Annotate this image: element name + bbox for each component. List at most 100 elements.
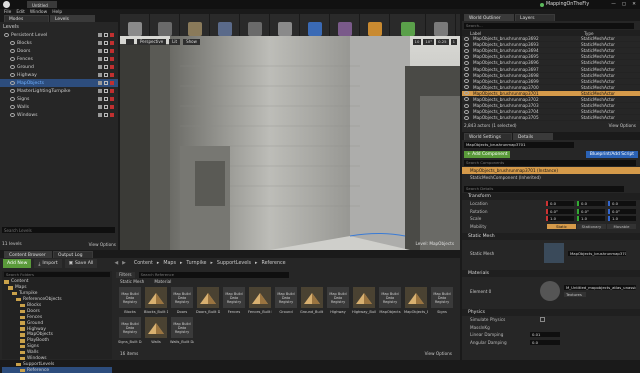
level-color-icon[interactable]	[110, 73, 114, 77]
save-level-icon[interactable]	[104, 33, 108, 37]
asset-tile[interactable]: Map Build Data Registry Blocks	[118, 287, 142, 314]
filter-static-mesh[interactable]: Static Mesh	[120, 279, 144, 284]
visibility-eye-icon[interactable]	[464, 79, 469, 84]
level-color-icon[interactable]	[110, 105, 114, 109]
level-color-icon[interactable]	[110, 97, 114, 101]
levels-header[interactable]: Levels	[3, 24, 19, 30]
lit-button[interactable]: Lit	[169, 39, 181, 45]
level-tab[interactable]: Untitled	[27, 1, 57, 8]
show-button[interactable]: Show	[183, 39, 200, 45]
tab-world-settings[interactable]: World Settings	[464, 133, 512, 140]
asset-search-input[interactable]: Search Reference	[138, 271, 289, 278]
save-level-icon[interactable]	[104, 89, 108, 93]
col-type[interactable]: Type	[584, 31, 594, 36]
visibility-eye-icon[interactable]	[464, 73, 469, 78]
breadcrumb-turnpike[interactable]: Turnpike	[186, 261, 206, 266]
lock-icon[interactable]	[98, 41, 102, 45]
visibility-eye-icon[interactable]	[464, 109, 469, 114]
level-row[interactable]: Persistent Level	[0, 31, 118, 39]
breadcrumb-content[interactable]: Content	[134, 261, 153, 266]
location-z[interactable]: 0.0	[608, 201, 636, 207]
lock-icon[interactable]	[98, 105, 102, 109]
simulate-physics-checkbox[interactable]	[540, 317, 545, 323]
visibility-eye-icon[interactable]	[10, 41, 15, 45]
save-level-icon[interactable]	[104, 113, 108, 117]
level-color-icon[interactable]	[110, 57, 114, 61]
visibility-eye-icon[interactable]	[10, 49, 15, 53]
grid-snap-value[interactable]: 10	[412, 39, 422, 45]
asset-tile[interactable]: Map Build Data Registry Fences	[222, 287, 246, 314]
mobility-stationary[interactable]: Stationary	[577, 223, 606, 229]
tab-details[interactable]: Details	[513, 133, 553, 140]
save-level-icon[interactable]	[104, 97, 108, 101]
visibility-eye-icon[interactable]	[464, 48, 469, 53]
rotation-y[interactable]: 0.0°	[577, 208, 605, 214]
asset-tile[interactable]: Map Build Data Registry Doors	[170, 287, 194, 314]
visibility-eye-icon[interactable]	[10, 73, 15, 77]
save-level-icon[interactable]	[104, 65, 108, 69]
level-row[interactable]: Highway	[0, 71, 118, 79]
level-row[interactable]: MasterLightingTurnpike	[0, 87, 118, 95]
scale-z[interactable]: 1.0	[608, 216, 636, 222]
level-color-icon[interactable]	[110, 33, 114, 37]
breadcrumb-reference[interactable]: Reference	[261, 261, 285, 266]
level-color-icon[interactable]	[110, 89, 114, 93]
component-search-input[interactable]: Search Components	[464, 160, 636, 166]
physics-section[interactable]: Physics	[462, 309, 640, 316]
lock-icon[interactable]	[98, 49, 102, 53]
lock-icon[interactable]	[98, 81, 102, 85]
visibility-eye-icon[interactable]	[464, 103, 469, 108]
breadcrumb-maps[interactable]: Maps	[163, 261, 176, 266]
static-mesh-section[interactable]: Static Mesh	[462, 233, 640, 240]
visibility-eye-icon[interactable]	[10, 57, 15, 61]
asset-tile[interactable]: Walls	[144, 317, 168, 344]
close-icon[interactable]: ✕	[632, 2, 636, 7]
asset-tile[interactable]: Map Build Data Registry Signs	[430, 287, 454, 314]
location-y[interactable]: 0.0	[577, 201, 605, 207]
details-search-input[interactable]: Search Details	[464, 185, 624, 192]
forward-icon[interactable]: ▶	[122, 261, 126, 266]
save-all-button[interactable]: ▣ Save All	[64, 259, 98, 268]
tab-layers[interactable]: Layers	[515, 14, 555, 21]
material-picker[interactable]: M_Untitled_mapobjects_atlas_unassigned	[564, 285, 636, 290]
textures-dropdown[interactable]: Textures	[564, 292, 586, 297]
visibility-eye-icon[interactable]	[464, 97, 469, 102]
blueprint-add-script-button[interactable]: Blueprint/Add Script	[585, 150, 638, 158]
save-level-icon[interactable]	[104, 81, 108, 85]
level-row[interactable]: Doors	[0, 47, 118, 55]
lock-icon[interactable]	[98, 89, 102, 93]
level-row[interactable]: Windows	[0, 111, 118, 119]
save-level-icon[interactable]	[104, 105, 108, 109]
visibility-eye-icon[interactable]	[10, 89, 15, 93]
visibility-eye-icon[interactable]	[10, 105, 15, 109]
tab-modes[interactable]: Modes	[4, 15, 49, 22]
rotation-x[interactable]: 0.0°	[546, 208, 574, 214]
viewport[interactable]: Perspective Lit Show 10 10° 0.25 1 Level…	[120, 36, 460, 250]
content-view-options[interactable]: View Options	[425, 351, 452, 356]
menu-window[interactable]: Window	[30, 10, 47, 15]
lock-icon[interactable]	[98, 57, 102, 61]
level-row[interactable]: Blocks	[0, 39, 118, 47]
asset-tile[interactable]: Doors_Built Data	[196, 287, 220, 314]
tab-world-outliner[interactable]: World Outliner	[464, 14, 514, 21]
scale-y[interactable]: 1.0	[577, 216, 605, 222]
linear-damping-field[interactable]: 0.01	[530, 332, 560, 338]
lock-icon[interactable]	[98, 113, 102, 117]
lock-icon[interactable]	[98, 65, 102, 69]
outliner-row[interactable]: MapObjects_brushrunmap3705 StaticMeshActo…	[462, 115, 640, 122]
folder-item[interactable]: Reference	[2, 367, 112, 373]
asset-tile[interactable]: Map Build Data Registry MapObjects	[378, 287, 402, 314]
level-row[interactable]: Fences	[0, 55, 118, 63]
visibility-eye-icon[interactable]	[464, 54, 469, 59]
viewport-menu-button[interactable]	[126, 39, 134, 45]
add-new-button[interactable]: Add New	[3, 259, 32, 268]
camera-speed-value[interactable]: 1	[450, 39, 457, 45]
angular-damping-field[interactable]: 0.0	[530, 339, 560, 345]
menu-edit[interactable]: Edit	[16, 10, 25, 15]
location-x[interactable]: 0.0	[546, 201, 574, 207]
save-level-icon[interactable]	[104, 41, 108, 45]
col-label[interactable]: Label	[470, 31, 584, 36]
materials-section[interactable]: Materials	[462, 270, 640, 277]
maximize-icon[interactable]: ▢	[622, 2, 626, 7]
transform-section[interactable]: Transform	[462, 193, 640, 200]
